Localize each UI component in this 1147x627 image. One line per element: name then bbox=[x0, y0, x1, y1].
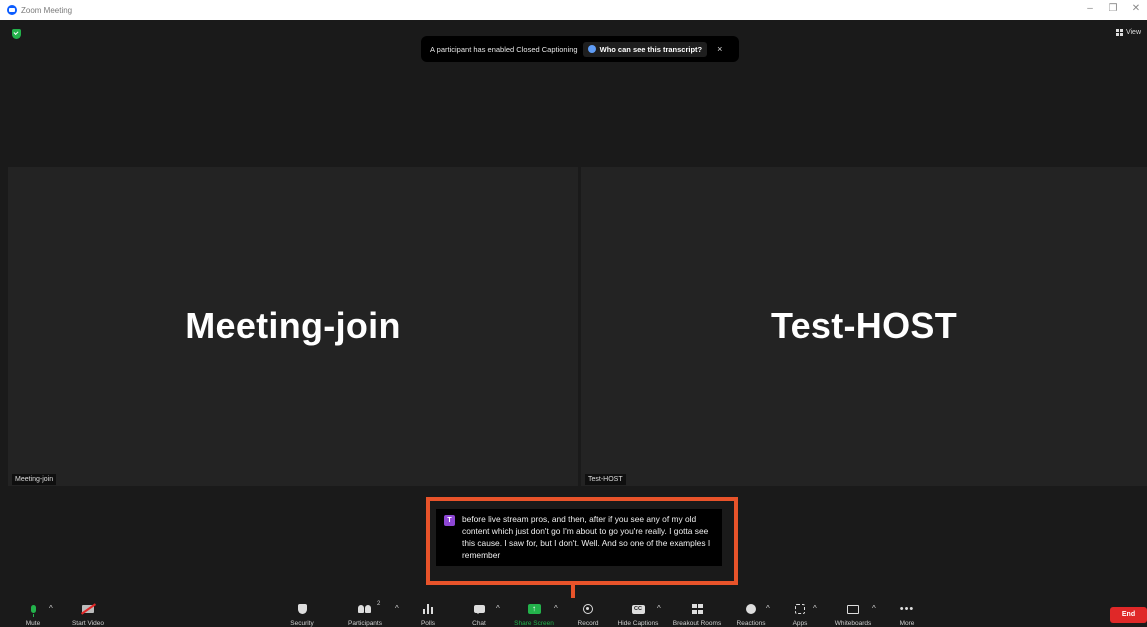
who-can-see-transcript-link[interactable]: Who can see this transcript? bbox=[582, 41, 708, 57]
video-tile-test-host[interactable]: Test-HOST Test-HOST bbox=[581, 167, 1147, 486]
more-dots-icon: ••• bbox=[899, 603, 915, 615]
grid-icon bbox=[1115, 29, 1123, 36]
whiteboard-icon bbox=[847, 604, 859, 614]
person-icon bbox=[587, 45, 596, 53]
video-off-icon bbox=[82, 605, 94, 613]
chat-button[interactable]: Chat bbox=[449, 598, 509, 627]
whiteboards-caret-icon[interactable]: ^ bbox=[872, 604, 876, 613]
who-can-see-label: Who can see this transcript? bbox=[599, 44, 703, 54]
chat-icon bbox=[473, 605, 485, 614]
breakout-rooms-button[interactable]: Breakout Rooms bbox=[667, 598, 727, 627]
participant-name-tag: Meeting-join bbox=[12, 474, 57, 485]
caption-highlight-frame: T before live stream pros, and then, aft… bbox=[426, 497, 738, 585]
shield-icon bbox=[297, 604, 307, 614]
apps-icon bbox=[795, 604, 805, 614]
participant-count: 2 bbox=[377, 601, 381, 607]
meeting-toolbar: Mute ^ Start Video Security 2 Participan… bbox=[0, 598, 1147, 627]
record-icon bbox=[583, 604, 593, 614]
participants-button[interactable]: 2 Participants bbox=[335, 598, 395, 627]
view-label: View bbox=[1125, 29, 1141, 36]
title-bar: Zoom Meeting – ❐ ✕ bbox=[0, 0, 1147, 20]
audio-options-caret-icon[interactable]: ^ bbox=[49, 604, 53, 613]
zoom-app-icon bbox=[7, 5, 17, 15]
window-controls: – ❐ ✕ bbox=[1085, 3, 1141, 15]
apps-button[interactable]: Apps bbox=[770, 598, 830, 627]
live-caption-box: T before live stream pros, and then, aft… bbox=[436, 509, 722, 566]
breakout-rooms-icon bbox=[691, 604, 703, 614]
closed-captions-icon: CC bbox=[631, 604, 645, 614]
participant-name-tag: Test-HOST bbox=[585, 474, 626, 485]
apps-caret-icon[interactable]: ^ bbox=[813, 604, 817, 613]
share-screen-icon: ↑ bbox=[527, 604, 541, 614]
minimize-button[interactable]: – bbox=[1085, 3, 1095, 15]
reactions-icon bbox=[746, 604, 756, 614]
participant-display-name: Meeting-join bbox=[185, 305, 401, 346]
close-window-button[interactable]: ✕ bbox=[1131, 3, 1141, 15]
view-button[interactable]: View bbox=[1115, 29, 1141, 36]
closed-caption-banner: A participant has enabled Closed Caption… bbox=[421, 36, 739, 62]
video-tile-meeting-join[interactable]: Meeting-join Meeting-join bbox=[8, 167, 578, 486]
banner-message: A participant has enabled Closed Caption… bbox=[430, 44, 578, 54]
captions-caret-icon[interactable]: ^ bbox=[657, 604, 661, 613]
caption-text: before live stream pros, and then, after… bbox=[462, 514, 711, 560]
polls-icon bbox=[422, 604, 434, 614]
window-title: Zoom Meeting bbox=[21, 5, 73, 15]
restore-button[interactable]: ❐ bbox=[1108, 3, 1118, 15]
participants-icon bbox=[358, 605, 372, 613]
microphone-icon bbox=[30, 605, 36, 617]
participant-display-name: Test-HOST bbox=[770, 305, 958, 346]
chat-caret-icon[interactable]: ^ bbox=[496, 604, 500, 613]
speaker-avatar: T bbox=[444, 515, 455, 526]
banner-close-button[interactable]: × bbox=[717, 44, 722, 54]
start-video-button[interactable]: Start Video bbox=[58, 598, 118, 627]
security-button[interactable]: Security bbox=[272, 598, 332, 627]
mute-button[interactable]: Mute bbox=[3, 598, 63, 627]
more-button[interactable]: ••• More bbox=[877, 598, 937, 627]
encryption-shield-icon[interactable] bbox=[12, 29, 21, 39]
end-meeting-button[interactable]: End bbox=[1110, 607, 1147, 623]
